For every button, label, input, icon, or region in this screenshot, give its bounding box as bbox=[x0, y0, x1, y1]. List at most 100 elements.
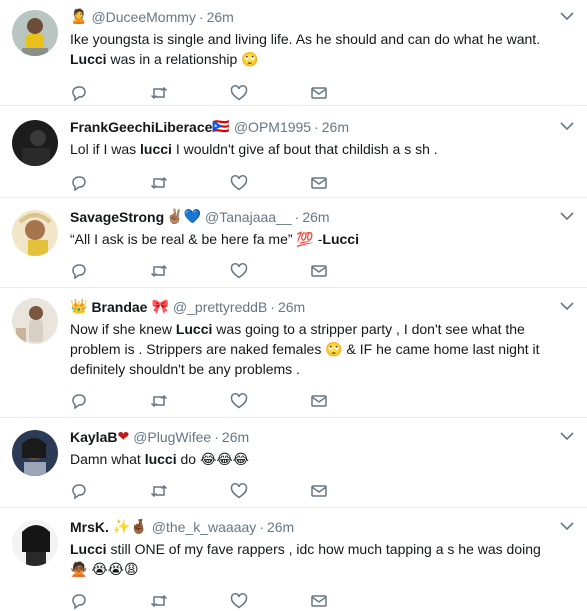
like-button[interactable] bbox=[230, 591, 310, 611]
reply-icon bbox=[72, 594, 86, 610]
tweet-header: SavageStrong ✌🏽💙 @Tanajaaa__ · 26m bbox=[70, 208, 577, 226]
message-button[interactable] bbox=[310, 481, 390, 501]
reply-button[interactable] bbox=[70, 591, 150, 611]
name-emoji: ✌🏽💙 bbox=[166, 209, 202, 225]
highlighted-keyword: Lucci bbox=[175, 321, 213, 337]
chevron-down-icon[interactable] bbox=[559, 520, 575, 532]
retweet-button[interactable] bbox=[150, 391, 230, 411]
like-button[interactable] bbox=[230, 391, 310, 411]
retweet-icon bbox=[150, 86, 168, 100]
display-name[interactable]: KaylaB bbox=[70, 428, 117, 446]
tweet-actions bbox=[70, 253, 577, 289]
tweet-text: “All I ask is be real & be here fa me” 💯… bbox=[70, 229, 577, 249]
chevron-down-icon[interactable] bbox=[559, 300, 575, 312]
tweet-text: Now if she knew Lucci was going to a str… bbox=[70, 319, 577, 379]
avatar[interactable] bbox=[12, 210, 58, 256]
retweet-button[interactable] bbox=[150, 173, 230, 193]
tweet-header: 👑 Brandae 🎀 @_prettyreddB · 26m bbox=[70, 298, 577, 316]
message-button[interactable] bbox=[310, 591, 390, 611]
timestamp[interactable]: 26m bbox=[222, 428, 249, 446]
message-icon bbox=[311, 595, 327, 607]
message-button[interactable] bbox=[310, 261, 390, 281]
tweet-actions bbox=[70, 583, 577, 611]
display-name[interactable]: SavageStrong bbox=[70, 208, 164, 226]
tweet-header: FrankGeechiLiberace 🇵🇷 @OPM1995 · 26m bbox=[70, 118, 577, 136]
retweet-button[interactable] bbox=[150, 261, 230, 281]
tweet[interactable]: FrankGeechiLiberace 🇵🇷 @OPM1995 · 26m Lo… bbox=[0, 106, 587, 198]
avatar[interactable] bbox=[12, 520, 58, 566]
timestamp[interactable]: 26m bbox=[267, 518, 294, 536]
reply-button[interactable] bbox=[70, 261, 150, 281]
display-name[interactable]: MrsK. bbox=[70, 518, 109, 536]
like-button[interactable] bbox=[230, 261, 310, 281]
tweet-text-segment: Lol if I was bbox=[70, 141, 141, 157]
chevron-down-icon[interactable] bbox=[559, 210, 575, 222]
reply-icon bbox=[72, 176, 86, 192]
user-handle[interactable]: @the_k_waaaay bbox=[152, 518, 257, 536]
user-handle[interactable]: @Tanajaaa__ bbox=[205, 208, 292, 226]
tweet[interactable]: KaylaB ❤ @PlugWifee · 26m Damn what lucc… bbox=[0, 418, 587, 508]
tweet-feed: 🙎 @DuceeMommy · 26m Ike youngsta is sing… bbox=[0, 0, 587, 611]
user-handle[interactable]: @_prettyreddB bbox=[173, 298, 267, 316]
avatar[interactable] bbox=[12, 120, 58, 166]
tweet[interactable]: 🙎 @DuceeMommy · 26m Ike youngsta is sing… bbox=[0, 0, 587, 106]
message-icon bbox=[311, 265, 327, 277]
chevron-down-icon[interactable] bbox=[559, 120, 575, 132]
tweet-header: KaylaB ❤ @PlugWifee · 26m bbox=[70, 428, 577, 446]
retweet-button[interactable] bbox=[150, 481, 230, 501]
like-icon bbox=[230, 175, 248, 191]
chevron-down-icon[interactable] bbox=[559, 10, 575, 22]
tweet-text-segment: Damn what bbox=[70, 451, 145, 467]
avatar[interactable] bbox=[12, 298, 58, 344]
name-prefix-emoji: 👑 bbox=[70, 299, 88, 315]
tweet[interactable]: MrsK. ✨🤞🏾 @the_k_waaaay · 26m Lucci stil… bbox=[0, 508, 587, 611]
timestamp[interactable]: 26m bbox=[302, 208, 329, 226]
like-button[interactable] bbox=[230, 173, 310, 193]
retweet-icon bbox=[150, 176, 168, 190]
retweet-button[interactable] bbox=[150, 83, 230, 103]
highlighted-keyword: lucci bbox=[140, 141, 172, 157]
message-button[interactable] bbox=[310, 173, 390, 193]
tweet-text-segment: Now if she knew bbox=[70, 321, 176, 337]
name-emoji: 🎀 bbox=[151, 299, 169, 315]
reply-button[interactable] bbox=[70, 391, 150, 411]
avatar[interactable] bbox=[12, 430, 58, 476]
message-icon bbox=[311, 395, 327, 407]
avatar[interactable] bbox=[12, 10, 58, 56]
separator-dot: · bbox=[198, 9, 204, 25]
like-button[interactable] bbox=[230, 83, 310, 103]
user-handle[interactable]: @PlugWifee bbox=[133, 428, 211, 446]
reply-button[interactable] bbox=[70, 83, 150, 103]
retweet-icon bbox=[150, 394, 168, 408]
like-icon bbox=[230, 483, 248, 499]
reply-button[interactable] bbox=[70, 481, 150, 501]
tweet-actions bbox=[70, 165, 577, 201]
timestamp[interactable]: 26m bbox=[207, 8, 234, 26]
highlighted-keyword: Lucci bbox=[70, 541, 107, 557]
timestamp[interactable]: 26m bbox=[322, 118, 349, 136]
display-name[interactable]: Brandae bbox=[91, 298, 147, 316]
like-button[interactable] bbox=[230, 481, 310, 501]
separator-dot: · bbox=[214, 429, 219, 445]
tweet-text-segment: still ONE of my fave rappers , idc how m… bbox=[70, 541, 541, 577]
user-handle[interactable]: @DuceeMommy bbox=[91, 8, 195, 26]
reply-icon bbox=[72, 484, 86, 500]
message-button[interactable] bbox=[310, 83, 390, 103]
timestamp[interactable]: 26m bbox=[278, 298, 305, 316]
message-button[interactable] bbox=[310, 391, 390, 411]
tweet-header: MrsK. ✨🤞🏾 @the_k_waaaay · 26m bbox=[70, 518, 577, 536]
tweet[interactable]: 👑 Brandae 🎀 @_prettyreddB · 26m Now if s… bbox=[0, 288, 587, 418]
tweet-text: Ike youngsta is single and living life. … bbox=[70, 29, 577, 69]
name-emoji: 🇵🇷 bbox=[212, 119, 230, 135]
highlighted-keyword: Lucci bbox=[70, 51, 107, 67]
retweet-button[interactable] bbox=[150, 591, 230, 611]
like-icon bbox=[230, 393, 248, 409]
reply-button[interactable] bbox=[70, 173, 150, 193]
tweet[interactable]: SavageStrong ✌🏽💙 @Tanajaaa__ · 26m “All … bbox=[0, 198, 587, 288]
display-name[interactable]: FrankGeechiLiberace bbox=[70, 118, 212, 136]
chevron-down-icon[interactable] bbox=[559, 430, 575, 442]
name-emoji: ✨🤞🏾 bbox=[112, 519, 148, 535]
name-emoji: ❤ bbox=[117, 429, 130, 445]
retweet-icon bbox=[150, 594, 168, 608]
user-handle[interactable]: @OPM1995 bbox=[234, 118, 311, 136]
